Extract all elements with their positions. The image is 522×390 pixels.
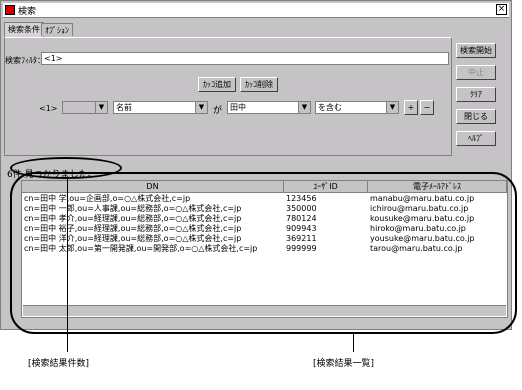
chevron-down-icon[interactable]: ▼ — [195, 102, 207, 113]
value-field[interactable]: 田中 ▼ — [227, 101, 311, 114]
plus-button[interactable]: + — [404, 100, 418, 115]
chevron-down-icon[interactable]: ▼ — [298, 102, 310, 113]
help-button[interactable]: ﾍﾙﾌﾟ — [456, 131, 496, 146]
paren-select: ▼ — [62, 101, 108, 114]
title-bar: 検索 × — [3, 3, 509, 18]
close-button[interactable]: 閉じる — [456, 109, 496, 124]
search-start-button[interactable]: 検索開始 — [456, 43, 496, 58]
filter-input[interactable]: <1> — [41, 52, 449, 65]
ga-label: が — [213, 106, 223, 116]
attribute-select[interactable]: 名前 ▼ — [113, 101, 208, 114]
annotation-result-list: [検索結果一覧] — [313, 359, 375, 369]
condition-tag: <1> — [39, 104, 58, 113]
list-callout-line — [353, 334, 354, 352]
annotation-result-count: [検索結果件数] — [28, 359, 90, 369]
add-paren-button[interactable]: ｶｯｺ追加 — [198, 77, 236, 92]
result-list-highlight — [10, 172, 517, 334]
tab-options[interactable]: ｵﾌﾟｼｮﾝ — [41, 23, 73, 36]
filter-label: 検索ﾌｨﾙﾀ： — [5, 56, 45, 65]
chevron-down-icon: ▼ — [95, 102, 107, 113]
app-icon — [5, 5, 15, 15]
minus-button[interactable]: − — [420, 100, 434, 115]
close-icon[interactable]: × — [496, 4, 507, 15]
operator-select[interactable]: を含む ▼ — [315, 101, 399, 114]
count-callout-line — [67, 179, 68, 352]
chevron-down-icon[interactable]: ▼ — [386, 102, 398, 113]
remove-paren-button[interactable]: ｶｯｺ削除 — [240, 77, 278, 92]
window-title: 検索 — [18, 7, 37, 17]
clear-button[interactable]: ｸﾘｱ — [456, 87, 496, 102]
tab-search-conditions[interactable]: 検索条件 — [4, 22, 44, 37]
stop-button: 中止 — [456, 65, 496, 80]
